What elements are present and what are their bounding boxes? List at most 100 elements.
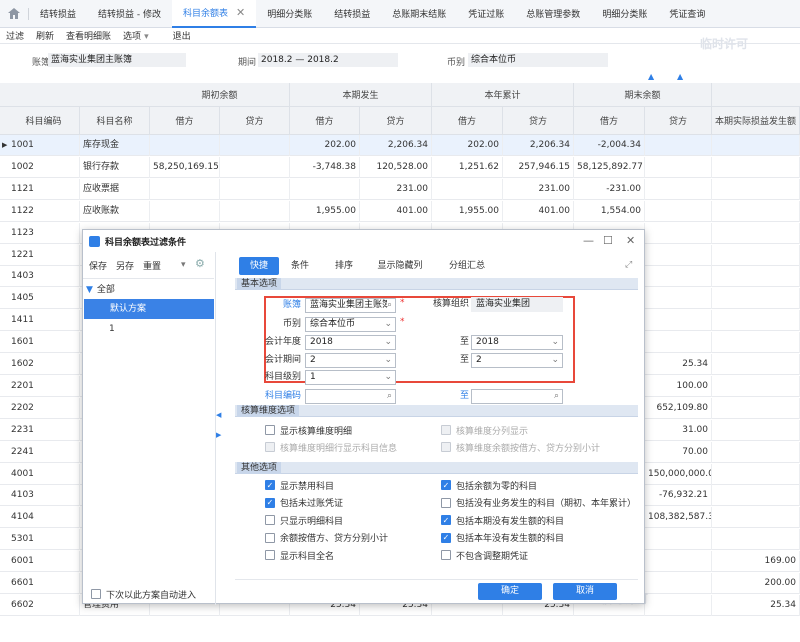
level-select[interactable]: 1 ⌄ bbox=[305, 370, 396, 385]
grid-column-header-cell[interactable]: 本期实际损益发生额 bbox=[712, 107, 800, 134]
search-icon[interactable]: ⌕ bbox=[386, 299, 392, 312]
tab-item[interactable]: 凭证查询 bbox=[658, 0, 716, 28]
collapse-left-icon[interactable]: ◀ bbox=[216, 411, 221, 419]
maximize-icon[interactable]: ☐ bbox=[603, 234, 613, 247]
option-checkbox[interactable]: 显示核算维度明细 bbox=[265, 423, 352, 437]
grid-column-header-cell[interactable]: 贷方 bbox=[360, 107, 432, 134]
refresh-button[interactable]: 刷新 bbox=[36, 29, 54, 42]
filter-button[interactable]: 过滤 bbox=[6, 29, 24, 42]
ok-button[interactable]: 确定 bbox=[478, 583, 542, 600]
table-cell: 应收票据 bbox=[80, 178, 150, 200]
option-checkbox[interactable]: 核算维度余额按借方、贷方分别小计 bbox=[441, 440, 600, 454]
sort-arrow-icon[interactable]: ▲ bbox=[648, 72, 654, 81]
currency-select[interactable]: 综合本位币 ⌄ bbox=[305, 317, 396, 332]
auto-enter-checkbox[interactable]: 下次以此方案自动进入 bbox=[91, 587, 196, 601]
minimize-icon[interactable]: — bbox=[583, 234, 594, 247]
gear-icon[interactable]: ⚙ bbox=[195, 257, 205, 270]
tab-item[interactable]: 结转损益 bbox=[29, 0, 87, 28]
tab-item[interactable]: 总账管理参数 bbox=[515, 0, 591, 28]
option-checkbox[interactable]: ✓ 包括本期没有发生额的科目 bbox=[441, 513, 564, 527]
option-checkbox[interactable]: 包括没有业务发生的科目（期初、本年累计） bbox=[441, 496, 636, 510]
sort-arrow-icon[interactable]: ▲ bbox=[677, 72, 683, 81]
tab-item[interactable]: 总账期末结账 bbox=[381, 0, 457, 28]
tab-item[interactable]: 凭证过账 bbox=[457, 0, 515, 28]
tab-item[interactable]: 明细分类账 bbox=[256, 0, 323, 28]
table-row[interactable]: 1122 应收账款 1,955.00 401.00 1,955.00 401.00 1,55… bbox=[0, 200, 800, 222]
grid-column-header-cell[interactable]: 贷方 bbox=[220, 107, 290, 134]
option-checkbox[interactable]: 不包含调整期凭证 bbox=[441, 548, 528, 562]
option-checkbox[interactable]: ✓ 包括余额为零的科目 bbox=[441, 478, 537, 492]
tab-item[interactable]: 科目余额表 ✕ bbox=[172, 0, 257, 28]
table-cell bbox=[150, 135, 220, 156]
tree-item-1[interactable]: 1 bbox=[83, 319, 214, 339]
grid-column-header-cell[interactable]: 借方 bbox=[290, 107, 360, 134]
tab-item[interactable]: 结转损益 - 修改 bbox=[87, 0, 172, 28]
exit-button[interactable]: 退出 bbox=[173, 29, 191, 42]
table-cell: 120,528.00 bbox=[360, 156, 432, 178]
grid-column-header-cell[interactable]: 借方 bbox=[432, 107, 503, 134]
option-checkbox[interactable]: 核算维度分列显示 bbox=[441, 423, 528, 437]
cancel-button[interactable]: 取消 bbox=[553, 583, 617, 600]
home-icon[interactable] bbox=[0, 0, 28, 28]
table-cell: 1002 bbox=[8, 156, 80, 178]
book-field[interactable]: 蓝海实业集团主账簿 ⌕ bbox=[305, 298, 396, 313]
table-cell bbox=[712, 485, 800, 507]
book-field-label[interactable]: 账簿 bbox=[265, 298, 301, 312]
grid-column-header-cell[interactable]: 借方 bbox=[574, 107, 645, 134]
dialog-tab[interactable]: 条件 bbox=[281, 257, 319, 275]
period-to-value: 2 bbox=[476, 355, 482, 365]
caret-down-icon: ▼ bbox=[86, 285, 93, 295]
grid-column-header-cell[interactable]: 贷方 bbox=[645, 107, 712, 134]
table-row[interactable]: 1121 应收票据 231.00 231.00 -231.00 bbox=[0, 178, 800, 200]
grid-column-header-cell[interactable]: 贷方 bbox=[503, 107, 574, 134]
option-checkbox[interactable]: 余额按借方、贷方分别小计 bbox=[265, 531, 388, 545]
code-to-field[interactable]: ⌕ bbox=[471, 389, 563, 404]
fullscreen-icon[interactable]: ⤢ bbox=[625, 260, 632, 270]
currency-select-value: 综合本位币 bbox=[310, 319, 356, 329]
expand-right-icon[interactable]: ▶ bbox=[216, 431, 221, 439]
year-from-select[interactable]: 2018 ⌄ bbox=[305, 335, 396, 350]
reset-button[interactable]: 重置 bbox=[143, 259, 161, 272]
dialog-tab[interactable]: 显示隐藏列 bbox=[369, 257, 431, 275]
search-icon[interactable]: ⌕ bbox=[554, 390, 559, 403]
required-marker: * bbox=[400, 298, 405, 308]
save-scheme-button[interactable]: 保存 bbox=[89, 259, 107, 272]
table-cell: 4001 bbox=[8, 463, 80, 485]
close-tab-icon[interactable]: ✕ bbox=[236, 6, 245, 19]
period-from-select[interactable]: 2 ⌄ bbox=[305, 353, 396, 368]
search-icon[interactable]: ⌕ bbox=[387, 390, 392, 403]
option-checkbox[interactable]: 显示科目全名 bbox=[265, 548, 334, 562]
dialog-tab[interactable]: 排序 bbox=[325, 257, 363, 275]
table-cell: 231.00 bbox=[503, 178, 574, 200]
checkbox-box bbox=[441, 497, 451, 508]
option-checkbox[interactable]: 只显示明细科目 bbox=[265, 513, 343, 527]
option-checkbox[interactable]: ✓ 包括本年没有发生额的科目 bbox=[441, 531, 564, 545]
dialog-tab[interactable]: 分组汇总 bbox=[437, 257, 497, 275]
table-cell bbox=[712, 156, 800, 178]
table-cell: 1123 bbox=[8, 222, 80, 244]
option-checkbox[interactable]: ✓ 包括未过账凭证 bbox=[265, 496, 343, 510]
tree-root[interactable]: ▼ 全部 bbox=[83, 280, 214, 300]
chevron-down-icon[interactable]: ▾ bbox=[181, 260, 186, 270]
table-row[interactable]: ▶ 1001 库存现金 202.00 2,206.34 202.00 2,206.34 -2,… bbox=[0, 135, 800, 156]
save-as-button[interactable]: 另存 bbox=[116, 259, 134, 272]
table-cell: 银行存款 bbox=[80, 156, 150, 178]
tab-item[interactable]: 明细分类账 bbox=[591, 0, 658, 28]
tree-item-default[interactable]: 默认方案 bbox=[84, 299, 214, 319]
option-checkbox[interactable]: ✓ 显示禁用科目 bbox=[265, 478, 334, 492]
tab-item[interactable]: 结转损益 bbox=[323, 0, 381, 28]
code-label[interactable]: 科目编码 bbox=[255, 389, 301, 403]
dialog-tab[interactable]: 快捷 bbox=[239, 257, 279, 275]
period-to-select[interactable]: 2 ⌄ bbox=[471, 353, 563, 368]
code-to-label[interactable]: 至 bbox=[453, 389, 469, 403]
grid-column-header-cell[interactable]: 借方 bbox=[150, 107, 220, 134]
view-detail-button[interactable]: 查看明细账 bbox=[66, 29, 111, 42]
option-checkbox[interactable]: 核算维度明细行显示科目信息 bbox=[265, 440, 397, 454]
close-icon[interactable]: ✕ bbox=[626, 234, 635, 247]
grid-column-header-cell[interactable]: 科目名称 bbox=[80, 107, 150, 134]
grid-column-header-cell[interactable]: 科目编码 bbox=[8, 107, 80, 134]
table-row[interactable]: 1002 银行存款 58,250,169.15 -3,748.38 120,528.00… bbox=[0, 156, 800, 178]
year-to-select[interactable]: 2018 ⌄ bbox=[471, 335, 563, 350]
options-menu[interactable]: 选项 ▾ bbox=[123, 29, 161, 42]
code-from-field[interactable]: ⌕ bbox=[305, 389, 396, 404]
